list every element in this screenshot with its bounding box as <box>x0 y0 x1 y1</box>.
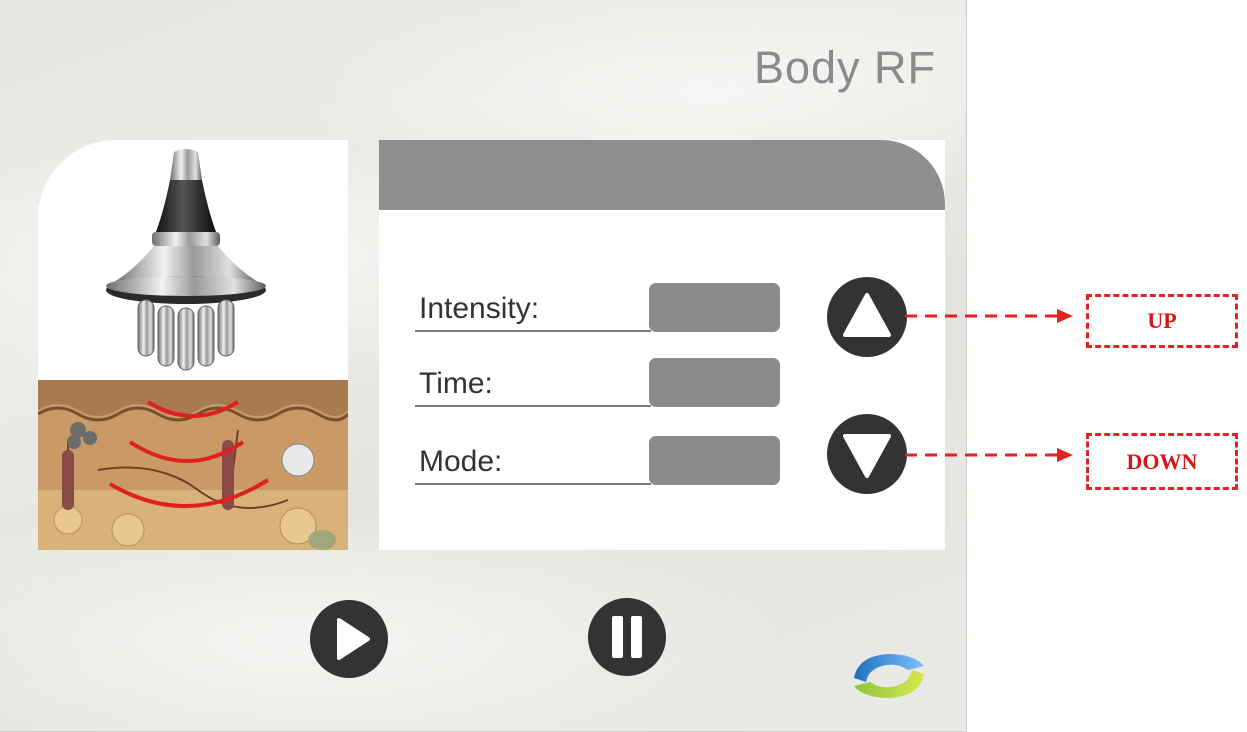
intensity-label: Intensity: <box>419 292 540 325</box>
brand-logo <box>854 654 924 698</box>
pause-button[interactable] <box>588 598 666 676</box>
time-value[interactable] <box>649 358 780 407</box>
triangle-up-icon <box>843 293 891 337</box>
skin-cross-section-image <box>38 380 348 550</box>
time-underline <box>415 405 651 407</box>
intensity-row: Intensity: <box>415 283 781 332</box>
screen-title: Body RF <box>753 42 936 93</box>
rf-handpiece-image <box>106 149 266 371</box>
up-callout-label: UP <box>1086 294 1238 348</box>
time-row: Time: <box>415 358 781 407</box>
intensity-value[interactable] <box>649 283 780 332</box>
handpiece-illustration <box>38 140 348 550</box>
play-button[interactable] <box>310 600 388 678</box>
intensity-underline <box>415 330 651 332</box>
up-button[interactable] <box>827 277 907 357</box>
triangle-down-icon <box>843 434 891 478</box>
mode-underline <box>415 483 651 485</box>
down-callout-arrow <box>905 448 1073 462</box>
mode-value[interactable] <box>649 436 780 485</box>
down-button[interactable] <box>827 414 907 494</box>
play-icon <box>337 618 370 660</box>
mode-label: Mode: <box>419 445 503 478</box>
time-label: Time: <box>419 367 493 400</box>
down-callout-label: DOWN <box>1086 433 1238 490</box>
up-callout-arrow <box>905 309 1073 323</box>
device-screen: Body RF Intensity: Time: Mode: <box>0 0 967 732</box>
panel-header-bar <box>379 140 945 210</box>
pause-icon <box>612 616 642 658</box>
mode-row: Mode: <box>415 436 781 485</box>
